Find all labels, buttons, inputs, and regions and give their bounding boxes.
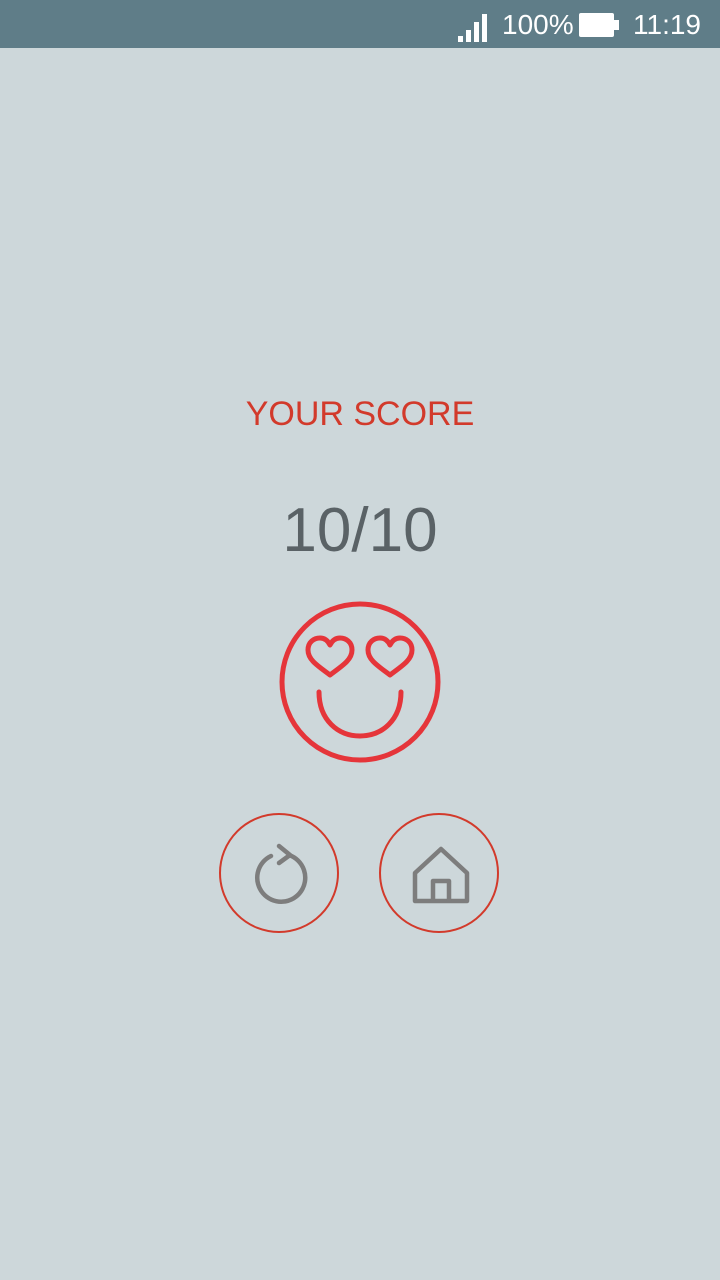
signal-bars-icon	[458, 14, 487, 42]
replay-icon	[255, 843, 308, 904]
status-clock: 11:19	[633, 9, 701, 40]
home-icon	[412, 846, 470, 904]
battery-full-icon	[579, 13, 619, 37]
status-bar: 100% 11:19	[0, 0, 720, 48]
battery-percent: 100%	[502, 9, 574, 40]
replay-button[interactable]	[219, 813, 339, 933]
score-value: 10/10	[282, 496, 438, 565]
score-label: YOUR SCORE	[245, 395, 475, 433]
home-button[interactable]	[379, 813, 499, 933]
heart-eyes-smiley-icon	[279, 601, 441, 763]
